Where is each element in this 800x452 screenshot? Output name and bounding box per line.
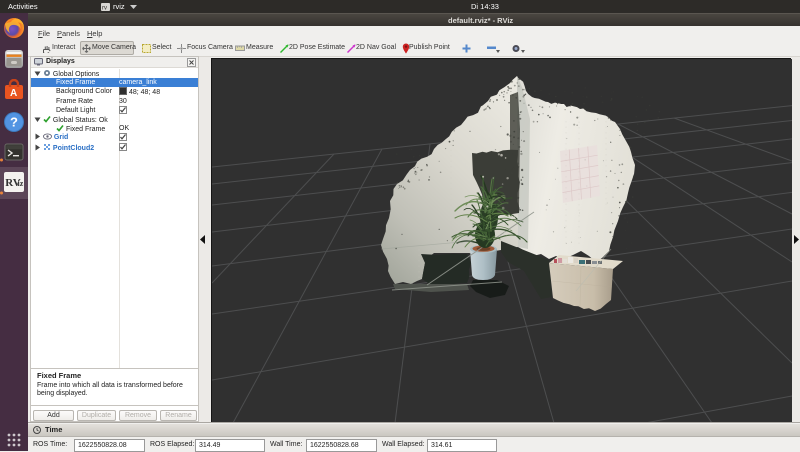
svg-text:rv: rv: [102, 6, 107, 12]
svg-text:?: ?: [10, 115, 18, 130]
svg-text:A: A: [10, 88, 17, 99]
svg-text:iz: iz: [18, 179, 24, 188]
